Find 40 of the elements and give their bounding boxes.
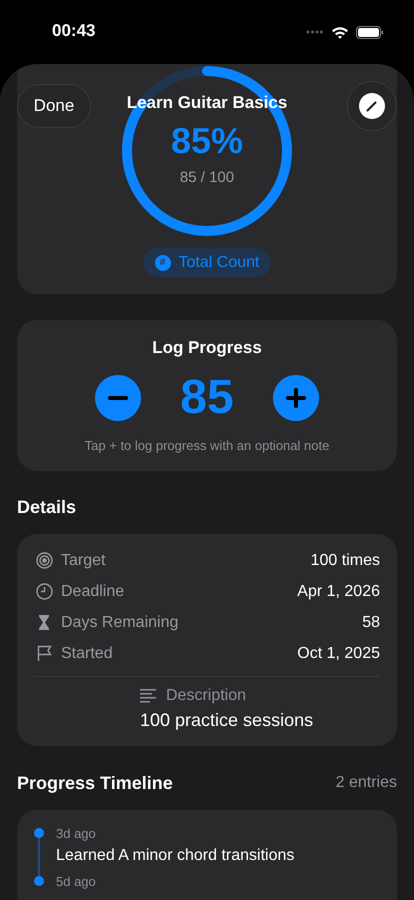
signal-icon <box>306 30 324 34</box>
detail-label: Started <box>61 644 114 662</box>
timeline-line <box>38 838 40 878</box>
log-value: 85 <box>179 370 235 425</box>
battery-icon <box>356 26 384 38</box>
minus-icon <box>108 396 128 400</box>
progress-count: 85 / 100 <box>180 168 234 186</box>
section-title: Progress Timeline <box>17 772 173 794</box>
section-title: Details <box>17 496 76 518</box>
timeline-dot <box>34 828 44 838</box>
detail-value: Oct 1, 2025 <box>297 644 380 662</box>
detail-value: 100 times <box>310 552 380 570</box>
entry-time: 3d ago <box>56 826 96 841</box>
log-title: Log Progress <box>152 338 262 358</box>
description-label: Description <box>166 687 246 705</box>
pencil-icon <box>359 93 385 119</box>
hourglass-icon <box>38 614 50 631</box>
timeline-dot <box>34 876 44 886</box>
wifi-icon <box>331 26 349 38</box>
progress-percent: 85% <box>170 122 244 158</box>
detail-value: 58 <box>362 614 380 632</box>
clock-icon <box>36 583 52 600</box>
flag-icon <box>36 645 52 662</box>
plus-icon <box>286 388 306 408</box>
decrement-button[interactable] <box>95 374 141 420</box>
detail-label: Deadline <box>61 582 126 600</box>
target-icon <box>36 552 52 569</box>
goal-type-label: Total Count <box>178 254 260 272</box>
detail-label: Days Remaining <box>61 614 180 632</box>
status-time: 00:43 <box>52 21 96 42</box>
text-lines-icon <box>140 689 156 703</box>
entry-time: 5d ago <box>56 874 96 889</box>
detail-label: Target <box>61 552 106 570</box>
hash-icon: # <box>154 254 171 270</box>
description-text: 100 practice sessions <box>140 710 314 731</box>
detail-value: Apr 1, 2026 <box>297 582 380 600</box>
log-hint: Tap + to log progress with an optional note <box>84 438 330 453</box>
increment-button[interactable] <box>273 374 319 420</box>
entry-count: 2 entries <box>336 774 397 792</box>
entry-note: Learned A minor chord transitions <box>56 847 294 865</box>
